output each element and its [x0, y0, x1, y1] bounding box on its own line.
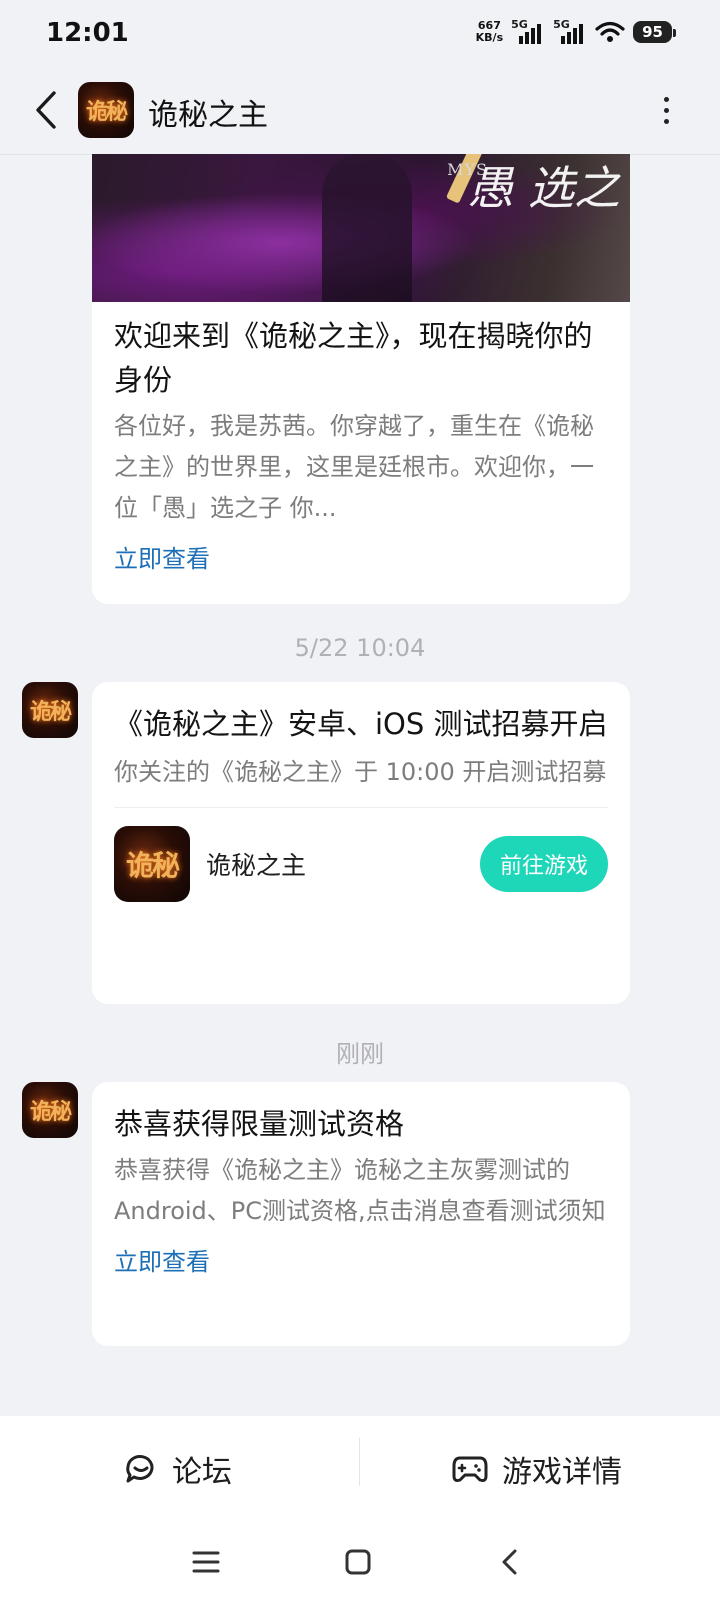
battery-icon: 95 [633, 21, 676, 43]
top-app-bar: 诡秘 诡秘之主 [0, 66, 720, 155]
forum-tab-label: 论坛 [172, 1455, 232, 1490]
menu-icon [192, 1551, 220, 1573]
message-banner-image: MYS 愚 选之 [92, 154, 630, 302]
more-vertical-icon [663, 96, 669, 102]
game-name: 诡秘之主 [206, 851, 307, 880]
message-card[interactable]: MYS 愚 选之 欢迎来到《诡秘之主》，现在揭晓你的身份 各位好，我是苏茜。你穿… [92, 154, 630, 604]
game-logo-glyph: 诡秘 [85, 99, 128, 125]
network-speed: 667 KB/s [476, 20, 503, 44]
sender-avatar[interactable]: 诡秘 [22, 682, 78, 738]
avatar-glyph: 诡秘 [29, 1099, 72, 1125]
bottom-action-bar: 论坛 游戏详情 [0, 1416, 720, 1522]
forum-tab[interactable]: 论坛 [124, 1416, 232, 1522]
message-title: 恭喜获得限量测试资格 [114, 1107, 405, 1141]
message-timestamp: 5/22 10:04 [294, 634, 426, 662]
message-title: 《诡秘之主》安卓、iOS 测试招募开启 [114, 707, 608, 741]
system-back-button[interactable] [490, 1542, 530, 1582]
message-card[interactable]: 《诡秘之主》安卓、iOS 测试招募开启 你关注的《诡秘之主》于 10:00 开启… [92, 682, 630, 1004]
message-body: 你关注的《诡秘之主》于 10:00 开启测试招募 [114, 758, 607, 786]
game-icon[interactable]: 诡秘 [114, 826, 190, 902]
home-button[interactable] [338, 1542, 378, 1582]
chat-bubble-icon [126, 1455, 154, 1483]
gamepad-icon [452, 1456, 488, 1482]
status-time: 12:01 [46, 18, 129, 48]
view-now-link[interactable]: 立即查看 [114, 1242, 608, 1277]
status-bar: 12:01 667 KB/s 5G 5G 95 [0, 0, 720, 66]
network-speed-unit: KB/s [475, 31, 504, 44]
page-title: 诡秘之主 [148, 98, 268, 133]
back-button[interactable] [26, 88, 66, 132]
signal-icon: 5G [511, 18, 545, 46]
sender-avatar[interactable]: 诡秘 [22, 1082, 78, 1138]
game-entry-row[interactable]: 诡秘 诡秘之主 前往游戏 [92, 808, 630, 920]
recent-apps-button[interactable] [186, 1542, 226, 1582]
signal-icon: 5G [553, 18, 587, 46]
message-title: 欢迎来到《诡秘之主》，现在揭晓你的身份 [114, 319, 593, 397]
banner-title-text: 愚 选之 [467, 161, 620, 215]
wifi-icon [595, 21, 625, 42]
game-detail-tab[interactable]: 游戏详情 [452, 1416, 622, 1522]
avatar-glyph: 诡秘 [29, 699, 72, 725]
message-card[interactable]: 恭喜获得限量测试资格 恭喜获得《诡秘之主》诡秘之主灰雾测试的Android、PC… [92, 1082, 630, 1346]
more-options-button[interactable] [654, 90, 678, 130]
game-icon-glyph: 诡秘 [125, 849, 180, 882]
game-logo[interactable]: 诡秘 [78, 82, 134, 138]
nav-back-icon [502, 1549, 517, 1575]
message-body: 各位好，我是苏茜。你穿越了，重生在《诡秘之主》的世界里，这里是廷根市。欢迎你，一… [114, 412, 594, 522]
message-body: 恭喜获得《诡秘之主》诡秘之主灰雾测试的Android、PC测试资格,点击消息查看… [114, 1156, 606, 1225]
game-detail-tab-label: 游戏详情 [502, 1455, 622, 1490]
tab-divider [359, 1438, 360, 1486]
view-now-link[interactable]: 立即查看 [114, 539, 608, 574]
go-to-game-button[interactable]: 前往游戏 [480, 836, 608, 892]
system-navigation-bar [0, 1522, 720, 1600]
back-arrow-icon [36, 91, 56, 129]
message-timestamp: 刚刚 [336, 1040, 384, 1068]
home-square-icon [345, 1549, 371, 1575]
status-icons: 667 KB/s 5G 5G 95 [476, 16, 676, 48]
